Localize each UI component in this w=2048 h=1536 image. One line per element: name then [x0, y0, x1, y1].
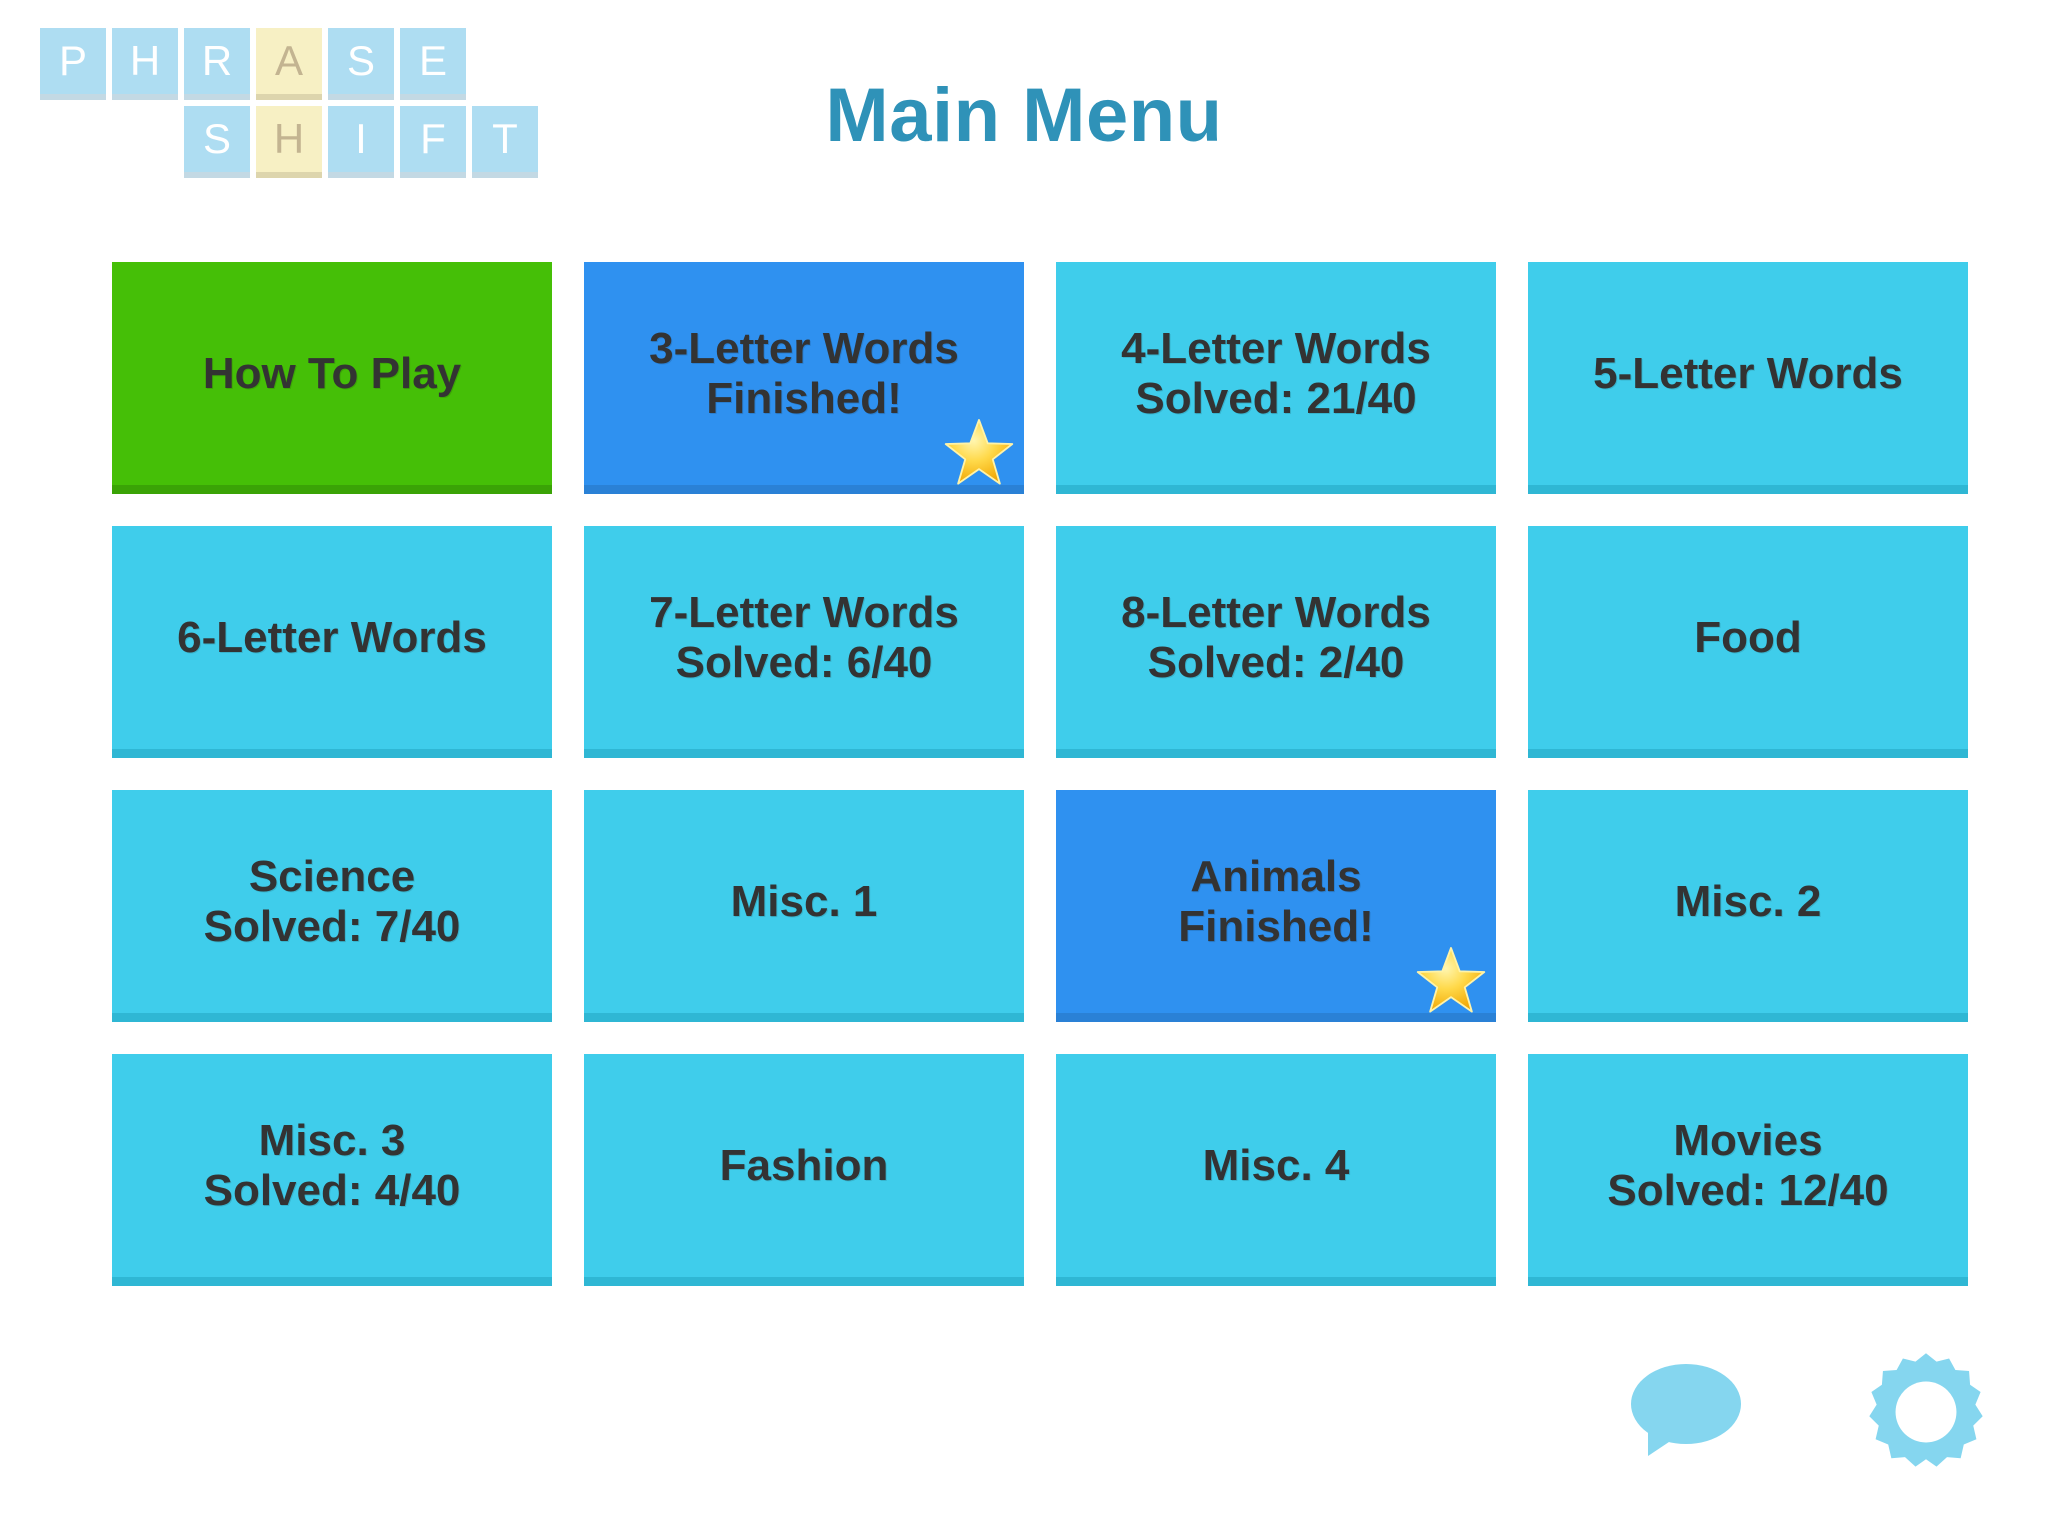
menu-tile-misc-4[interactable]: Misc. 4: [1056, 1054, 1496, 1286]
menu-tile-label: 3-Letter Words: [649, 324, 959, 374]
menu-tile-body: 7-Letter Words Solved: 6/40: [584, 526, 1024, 749]
menu-tile-grid: How To Play 3-Letter Words Finished! 4-Lett…: [112, 262, 1968, 1286]
menu-tile-body: Food: [1528, 526, 1968, 749]
menu-tile-movies[interactable]: Movies Solved: 12/40: [1528, 1054, 1968, 1286]
menu-tile-label: Fashion: [719, 1140, 889, 1190]
menu-tile-body: 4-Letter Words Solved: 21/40: [1056, 262, 1496, 485]
menu-tile-how-to-play[interactable]: How To Play: [112, 262, 552, 494]
menu-tile-body: How To Play: [112, 262, 552, 485]
menu-tile-body: Science Solved: 7/40: [112, 790, 552, 1013]
menu-tile-misc-1[interactable]: Misc. 1: [584, 790, 1024, 1022]
menu-tile-label: Animals: [1190, 852, 1362, 902]
menu-tile-label: Misc. 2: [1674, 876, 1822, 926]
menu-tile-status: Solved: 12/40: [1607, 1165, 1889, 1215]
menu-tile-label: How To Play: [202, 348, 462, 398]
menu-tile-body: 6-Letter Words: [112, 526, 552, 749]
menu-tile-fashion[interactable]: Fashion: [584, 1054, 1024, 1286]
menu-tile-label: 8-Letter Words: [1121, 588, 1431, 638]
menu-tile-food[interactable]: Food: [1528, 526, 1968, 758]
menu-tile-status: Finished!: [1178, 901, 1374, 951]
bottom-icon-bar: [1620, 1346, 1992, 1478]
menu-tile-misc-3[interactable]: Misc. 3 Solved: 4/40: [112, 1054, 552, 1286]
menu-tile-label: 5-Letter Words: [1593, 348, 1903, 398]
menu-tile-6-letter-words[interactable]: 6-Letter Words: [112, 526, 552, 758]
menu-tile-label: Misc. 3: [258, 1116, 406, 1166]
menu-tile-body: Animals Finished!: [1056, 790, 1496, 1013]
menu-tile-label: 4-Letter Words: [1121, 324, 1431, 374]
menu-tile-status: Finished!: [706, 373, 902, 423]
menu-tile-body: Fashion: [584, 1054, 1024, 1277]
menu-tile-body: Misc. 2: [1528, 790, 1968, 1013]
main-menu-screen: PHRASE SHIFT Main Menu How To Play 3-Lett…: [0, 0, 2048, 1536]
menu-tile-8-letter-words[interactable]: 8-Letter Words Solved: 2/40: [1056, 526, 1496, 758]
menu-tile-3-letter-words[interactable]: 3-Letter Words Finished!: [584, 262, 1024, 494]
menu-tile-status: Solved: 7/40: [203, 901, 461, 951]
menu-tile-body: 8-Letter Words Solved: 2/40: [1056, 526, 1496, 749]
menu-tile-status: Solved: 21/40: [1135, 373, 1417, 423]
menu-tile-label: Science: [248, 852, 416, 902]
page-title: Main Menu: [825, 73, 1223, 158]
menu-tile-label: 6-Letter Words: [177, 612, 487, 662]
menu-tile-body: 3-Letter Words Finished!: [584, 262, 1024, 485]
menu-tile-animals[interactable]: Animals Finished!: [1056, 790, 1496, 1022]
menu-tile-7-letter-words[interactable]: 7-Letter Words Solved: 6/40: [584, 526, 1024, 758]
menu-tile-status: Solved: 4/40: [203, 1165, 461, 1215]
menu-tile-science[interactable]: Science Solved: 7/40: [112, 790, 552, 1022]
menu-tile-label: Movies: [1673, 1116, 1823, 1166]
menu-tile-label: Misc. 1: [730, 876, 878, 926]
gear-icon[interactable]: [1860, 1346, 1992, 1478]
menu-tile-status: Solved: 6/40: [675, 637, 933, 687]
menu-tile-label: 7-Letter Words: [649, 588, 959, 638]
menu-tile-label: Misc. 4: [1202, 1140, 1350, 1190]
menu-tile-body: Misc. 3 Solved: 4/40: [112, 1054, 552, 1277]
menu-tile-body: Misc. 1: [584, 790, 1024, 1013]
menu-tile-5-letter-words[interactable]: 5-Letter Words: [1528, 262, 1968, 494]
speech-bubble-icon[interactable]: [1620, 1346, 1752, 1478]
menu-tile-status: Solved: 2/40: [1147, 637, 1405, 687]
menu-tile-label: Food: [1694, 612, 1802, 662]
menu-tile-body: Misc. 4: [1056, 1054, 1496, 1277]
menu-tile-misc-2[interactable]: Misc. 2: [1528, 790, 1968, 1022]
menu-tile-4-letter-words[interactable]: 4-Letter Words Solved: 21/40: [1056, 262, 1496, 494]
menu-tile-body: Movies Solved: 12/40: [1528, 1054, 1968, 1277]
menu-tile-body: 5-Letter Words: [1528, 262, 1968, 485]
